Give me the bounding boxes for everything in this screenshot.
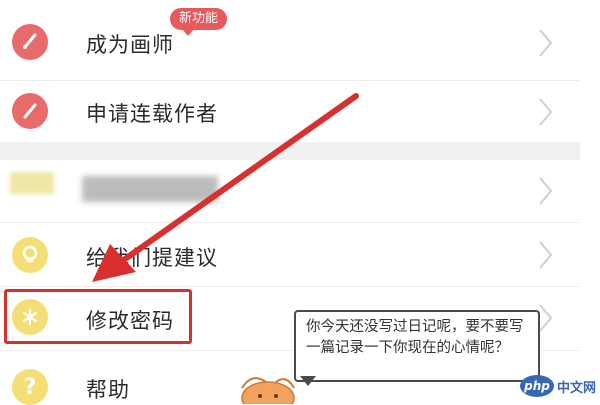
chevron-right-icon bbox=[539, 177, 553, 205]
pen-icon bbox=[12, 93, 48, 129]
menu-item-feedback[interactable]: 给我们提建议 bbox=[0, 223, 580, 285]
php-logo: php bbox=[520, 375, 554, 397]
highlight-box bbox=[4, 289, 192, 344]
new-feature-badge: 新功能 bbox=[170, 8, 228, 36]
chevron-right-icon bbox=[539, 241, 553, 269]
diary-reminder-bubble: 你今天还没写过日记呢，要不要写一篇记录一下你现在的心情呢？ bbox=[294, 310, 540, 382]
menu-item-become-artist[interactable]: 成为画师 新功能 bbox=[0, 0, 580, 80]
menu-item-label: 成为画师 bbox=[86, 33, 174, 57]
mascot-icon bbox=[241, 377, 295, 404]
blurred-icon bbox=[10, 172, 54, 194]
watermark: php 中文网 bbox=[520, 374, 598, 398]
menu-item-label: 申请连载作者 bbox=[86, 102, 218, 126]
brush-icon bbox=[12, 24, 48, 60]
lightbulb-icon bbox=[12, 237, 48, 273]
menu-item-label: 给我们提建议 bbox=[86, 246, 218, 270]
chevron-right-icon bbox=[539, 29, 553, 57]
blurred-text bbox=[82, 176, 218, 202]
chevron-right-icon bbox=[539, 98, 553, 126]
menu-item-apply-serial-author[interactable]: 申请连载作者 bbox=[0, 81, 580, 142]
watermark-text: 中文网 bbox=[557, 380, 597, 396]
section-gap bbox=[0, 142, 580, 160]
